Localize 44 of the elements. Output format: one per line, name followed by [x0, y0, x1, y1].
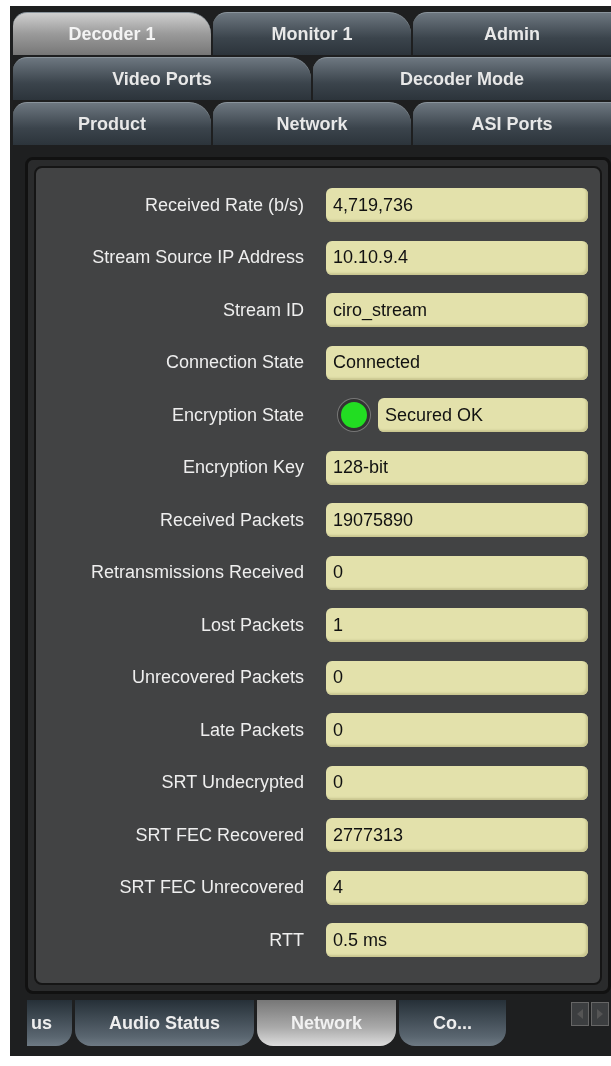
value-field: 10.10.9.4: [326, 240, 588, 275]
field-label: Lost Packets: [199, 614, 304, 636]
tab[interactable]: us: [27, 1000, 72, 1046]
tab[interactable]: Product: [13, 102, 211, 145]
value-field: Connected: [326, 345, 588, 380]
value-field: 0: [326, 555, 588, 590]
tab[interactable]: Co...: [399, 1000, 507, 1046]
value-field: Secured OK: [378, 398, 588, 432]
value-field: 0: [326, 660, 588, 695]
tab[interactable]: Admin: [413, 12, 611, 55]
value-field: ciro_stream: [326, 293, 588, 327]
field-label: Stream ID: [221, 299, 304, 321]
value-field: 0: [326, 765, 588, 800]
tab[interactable]: Decoder Mode: [313, 57, 611, 100]
field-label: SRT FEC Recovered: [134, 824, 304, 846]
field-label: Encryption State: [170, 404, 304, 426]
field-label: Unrecovered Packets: [130, 667, 304, 688]
field-label: Encryption Key: [181, 457, 304, 478]
field-label: Received Rate (b/s): [143, 194, 304, 216]
scroll-right-button[interactable]: [591, 1002, 609, 1026]
tab[interactable]: Network: [213, 102, 411, 145]
left-triangle-icon: [576, 1009, 584, 1019]
field-label: Late Packets: [198, 719, 304, 741]
value-field: 2777313: [326, 818, 588, 852]
value-field: 1: [326, 608, 588, 642]
value-field: 4: [326, 870, 588, 905]
field-label: Retransmissions Received: [89, 562, 304, 583]
tab[interactable]: ASI Ports: [413, 102, 611, 145]
field-label: SRT FEC Unrecovered: [118, 877, 304, 898]
tab[interactable]: Audio Status: [75, 1000, 254, 1046]
value-field: 0.5 ms: [326, 923, 588, 957]
value-field: 128-bit: [326, 450, 588, 485]
tab[interactable]: Monitor 1: [213, 12, 411, 55]
field-label: RTT: [268, 929, 304, 951]
field-label: SRT Undecrypted: [160, 772, 304, 793]
right-triangle-icon: [596, 1009, 604, 1019]
field-label: Connection State: [164, 352, 304, 373]
value-field: 0: [326, 713, 588, 747]
value-field: 4,719,736: [326, 188, 588, 222]
tab[interactable]: Video Ports: [13, 57, 311, 100]
field-label: Stream Source IP Address: [91, 247, 304, 268]
field-label: Received Packets: [158, 509, 304, 531]
value-field: 19075890: [326, 503, 588, 537]
scroll-left-button[interactable]: [571, 1002, 589, 1026]
